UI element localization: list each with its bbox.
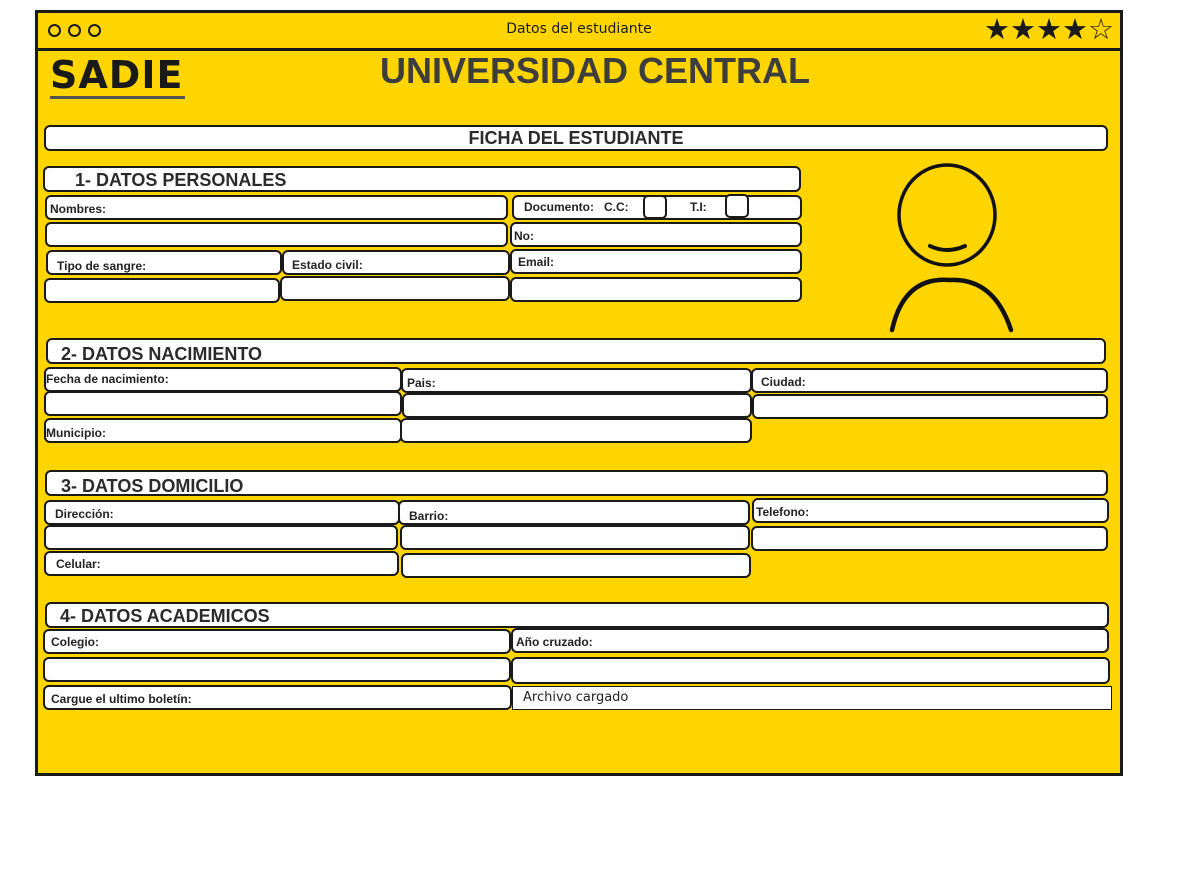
email-label-box: Email: [510, 249, 802, 274]
ciudad-label-box: Ciudad: [751, 368, 1108, 393]
colegio-label-box: Colegio: [43, 629, 511, 654]
celular-input[interactable] [401, 553, 751, 578]
pais-label-box: Pais: [401, 368, 752, 393]
boletin-label-box: Cargue el ultimo boletín: [43, 685, 512, 710]
municipio-label: Municipio: [46, 426, 106, 440]
municipio-input[interactable] [400, 418, 752, 443]
section-nacimiento-title: 2- DATOS NACIMIENTO [61, 344, 263, 364]
no-label: No: [514, 229, 534, 243]
tipo-sangre-label: Tipo de sangre: [57, 259, 147, 273]
documento-label: Documento: [524, 200, 594, 214]
pais-input[interactable] [402, 393, 752, 418]
estado-civil-label: Estado civil: [292, 258, 363, 272]
municipio-label-box: Municipio: [44, 418, 402, 443]
email-input[interactable] [510, 277, 802, 302]
section-academicos-header: 4- DATOS ACADEMICOS [45, 602, 1109, 628]
direccion-input[interactable] [44, 525, 398, 550]
rating-stars-icon[interactable]: ★★★★☆ [984, 14, 1114, 46]
estado-civil-label-box: Estado civil: [282, 250, 510, 275]
section-personal-title: 1- DATOS PERSONALES [75, 170, 287, 190]
telefono-input[interactable] [751, 526, 1108, 551]
anio-input[interactable] [511, 657, 1110, 684]
tipo-sangre-input[interactable] [44, 278, 280, 303]
cc-label: C.C: [604, 200, 629, 214]
boletin-file-upload[interactable]: Archivo cargado [512, 686, 1112, 710]
email-label: Email: [518, 255, 555, 269]
fecha-label-box: Fecha de nacimiento: [44, 367, 402, 392]
fecha-input[interactable] [44, 391, 402, 416]
section-academicos-title: 4- DATOS ACADEMICOS [60, 606, 270, 626]
barrio-label-box: Barrio: [398, 500, 750, 525]
boletin-label: Cargue el ultimo boletín: [51, 692, 192, 706]
ti-checkbox[interactable] [725, 194, 749, 218]
tipo-sangre-label-box: Tipo de sangre: [46, 250, 282, 275]
colegio-input[interactable] [43, 657, 511, 682]
form-title-bar: FICHA DEL ESTUDIANTE [44, 125, 1108, 151]
celular-label: Celular: [56, 557, 101, 571]
barrio-input[interactable] [400, 525, 750, 550]
nombres-label-box: Nombres: [45, 195, 508, 220]
telefono-label-box: Telefono: [752, 498, 1109, 523]
ti-label: T.I: [690, 200, 707, 214]
logo-tagline-line [50, 96, 185, 99]
anio-label-box: Año cruzado: [511, 628, 1109, 653]
section-domicilio-title: 3- DATOS DOMICILIO [61, 476, 244, 496]
estado-civil-input[interactable] [280, 276, 510, 301]
barrio-label: Barrio: [409, 509, 449, 523]
celular-label-box: Celular: [44, 551, 399, 576]
ciudad-label: Ciudad: [761, 375, 806, 389]
documento-number-input[interactable]: No: [510, 222, 802, 247]
cc-checkbox[interactable] [643, 195, 667, 219]
anio-label: Año cruzado: [516, 635, 593, 649]
nombres-input[interactable] [45, 222, 508, 247]
section-personal-header: 1- DATOS PERSONALES [43, 166, 801, 192]
direccion-label: Dirección: [55, 507, 114, 521]
section-domicilio-header: 3- DATOS DOMICILIO [45, 470, 1108, 496]
user-avatar-icon [889, 163, 1014, 333]
window-title: Datos del estudiante [506, 21, 652, 37]
university-title: UNIVERSIDAD CENTRAL [379, 50, 810, 91]
ciudad-input[interactable] [752, 394, 1108, 419]
fecha-label: Fecha de nacimiento: [46, 372, 169, 386]
title-bar: Datos del estudiante ★★★★☆ [38, 13, 1120, 51]
colegio-label: Colegio: [51, 635, 99, 649]
telefono-label: Telefono: [756, 505, 810, 519]
pais-label: Pais: [407, 376, 436, 390]
direccion-label-box: Dirección: [44, 500, 400, 525]
section-nacimiento-header: 2- DATOS NACIMIENTO [46, 338, 1106, 364]
nombres-label: Nombres: [50, 202, 107, 216]
form-title: FICHA DEL ESTUDIANTE [468, 128, 684, 148]
